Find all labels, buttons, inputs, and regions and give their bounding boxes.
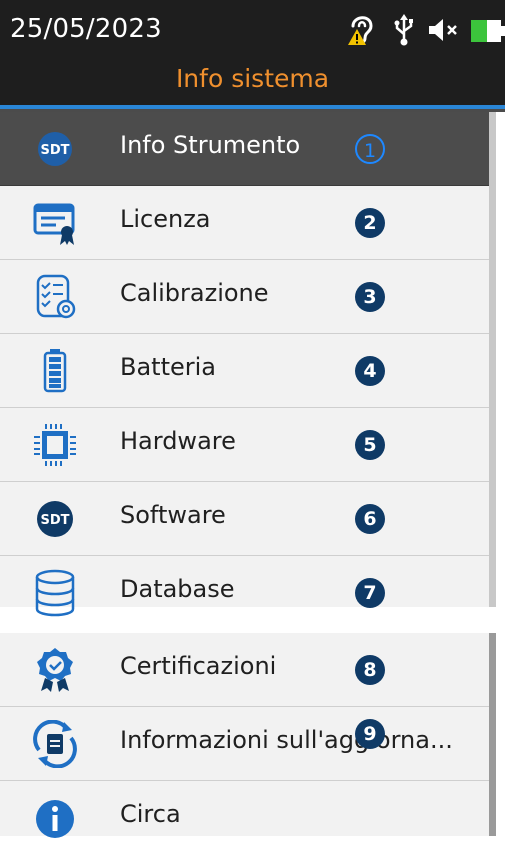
- menu-item-label: Software: [120, 501, 226, 529]
- menu-item-number-badge: 2: [355, 208, 385, 238]
- battery-full-icon: [43, 349, 67, 393]
- usb-icon: [394, 14, 413, 46]
- menu-item-number-badge: 5: [355, 430, 385, 460]
- menu-item-label: Calibrazione: [120, 279, 269, 307]
- menu-item-batteria[interactable]: Batteria 4: [0, 334, 489, 408]
- status-icons: [335, 12, 505, 48]
- info-icon: [36, 800, 74, 838]
- menu-item-label: Database: [120, 575, 235, 603]
- header-bar: 25/05/2023 Info sistema: [0, 0, 505, 108]
- sdt-logo-icon: SDT: [38, 132, 72, 166]
- menu-list-continued[interactable]: Certificazioni 8 Informazioni sull'aggio…: [0, 633, 496, 838]
- menu-item-label: Certificazioni: [120, 652, 277, 680]
- menu-item-database[interactable]: Database 7: [0, 556, 489, 617]
- menu-list[interactable]: SDT Info Strumento 1 Licenza 2 Calibrazi…: [0, 112, 496, 617]
- menu-item-number-badge: 3: [355, 282, 385, 312]
- menu-item-certificazioni[interactable]: Certificazioni 8: [0, 633, 489, 707]
- database-icon: [35, 569, 75, 617]
- status-date: 25/05/2023: [10, 14, 162, 44]
- menu-item-info-strumento[interactable]: SDT Info Strumento 1: [0, 112, 489, 186]
- menu-item-hardware[interactable]: Hardware 5: [0, 408, 489, 482]
- hearing-warning-icon: [348, 16, 373, 45]
- menu-item-label: Info Strumento: [120, 131, 301, 159]
- menu-item-circa[interactable]: Circa: [0, 781, 489, 855]
- menu-item-number-badge: 8: [355, 655, 385, 685]
- menu-item-number-badge: 1: [355, 134, 385, 164]
- menu-item-label: Batteria: [120, 353, 216, 381]
- menu-item-number-badge: 6: [355, 504, 385, 534]
- menu-item-number-badge: 7: [355, 578, 385, 608]
- certification-badge-icon: [37, 648, 73, 692]
- menu-item-label: Licenza: [120, 205, 211, 233]
- battery-icon: [471, 20, 505, 42]
- menu-item-number-badge: 9: [355, 719, 385, 749]
- menu-item-label: Circa: [120, 800, 181, 828]
- license-certificate-icon: [33, 203, 75, 245]
- menu-item-informazioni-aggiornamento[interactable]: Informazioni sull'aggiorna... 9: [0, 707, 489, 781]
- speaker-mute-icon: [429, 19, 457, 41]
- update-document-icon: [33, 720, 77, 768]
- svg-text:SDT: SDT: [40, 513, 69, 528]
- menu-item-number-badge: 4: [355, 356, 385, 386]
- calibration-checklist-icon: [36, 274, 76, 319]
- menu-item-licenza[interactable]: Licenza 2: [0, 186, 489, 260]
- menu-item-calibrazione[interactable]: Calibrazione 3: [0, 260, 489, 334]
- sdt-logo-icon: SDT: [37, 501, 73, 537]
- menu-item-label: Informazioni sull'aggiorna...: [120, 726, 453, 754]
- menu-item-label: Hardware: [120, 427, 236, 455]
- svg-text:SDT: SDT: [40, 143, 69, 158]
- menu-item-software[interactable]: SDT Software 6: [0, 482, 489, 556]
- chip-icon: [34, 424, 76, 466]
- page-title: Info sistema: [175, 64, 330, 93]
